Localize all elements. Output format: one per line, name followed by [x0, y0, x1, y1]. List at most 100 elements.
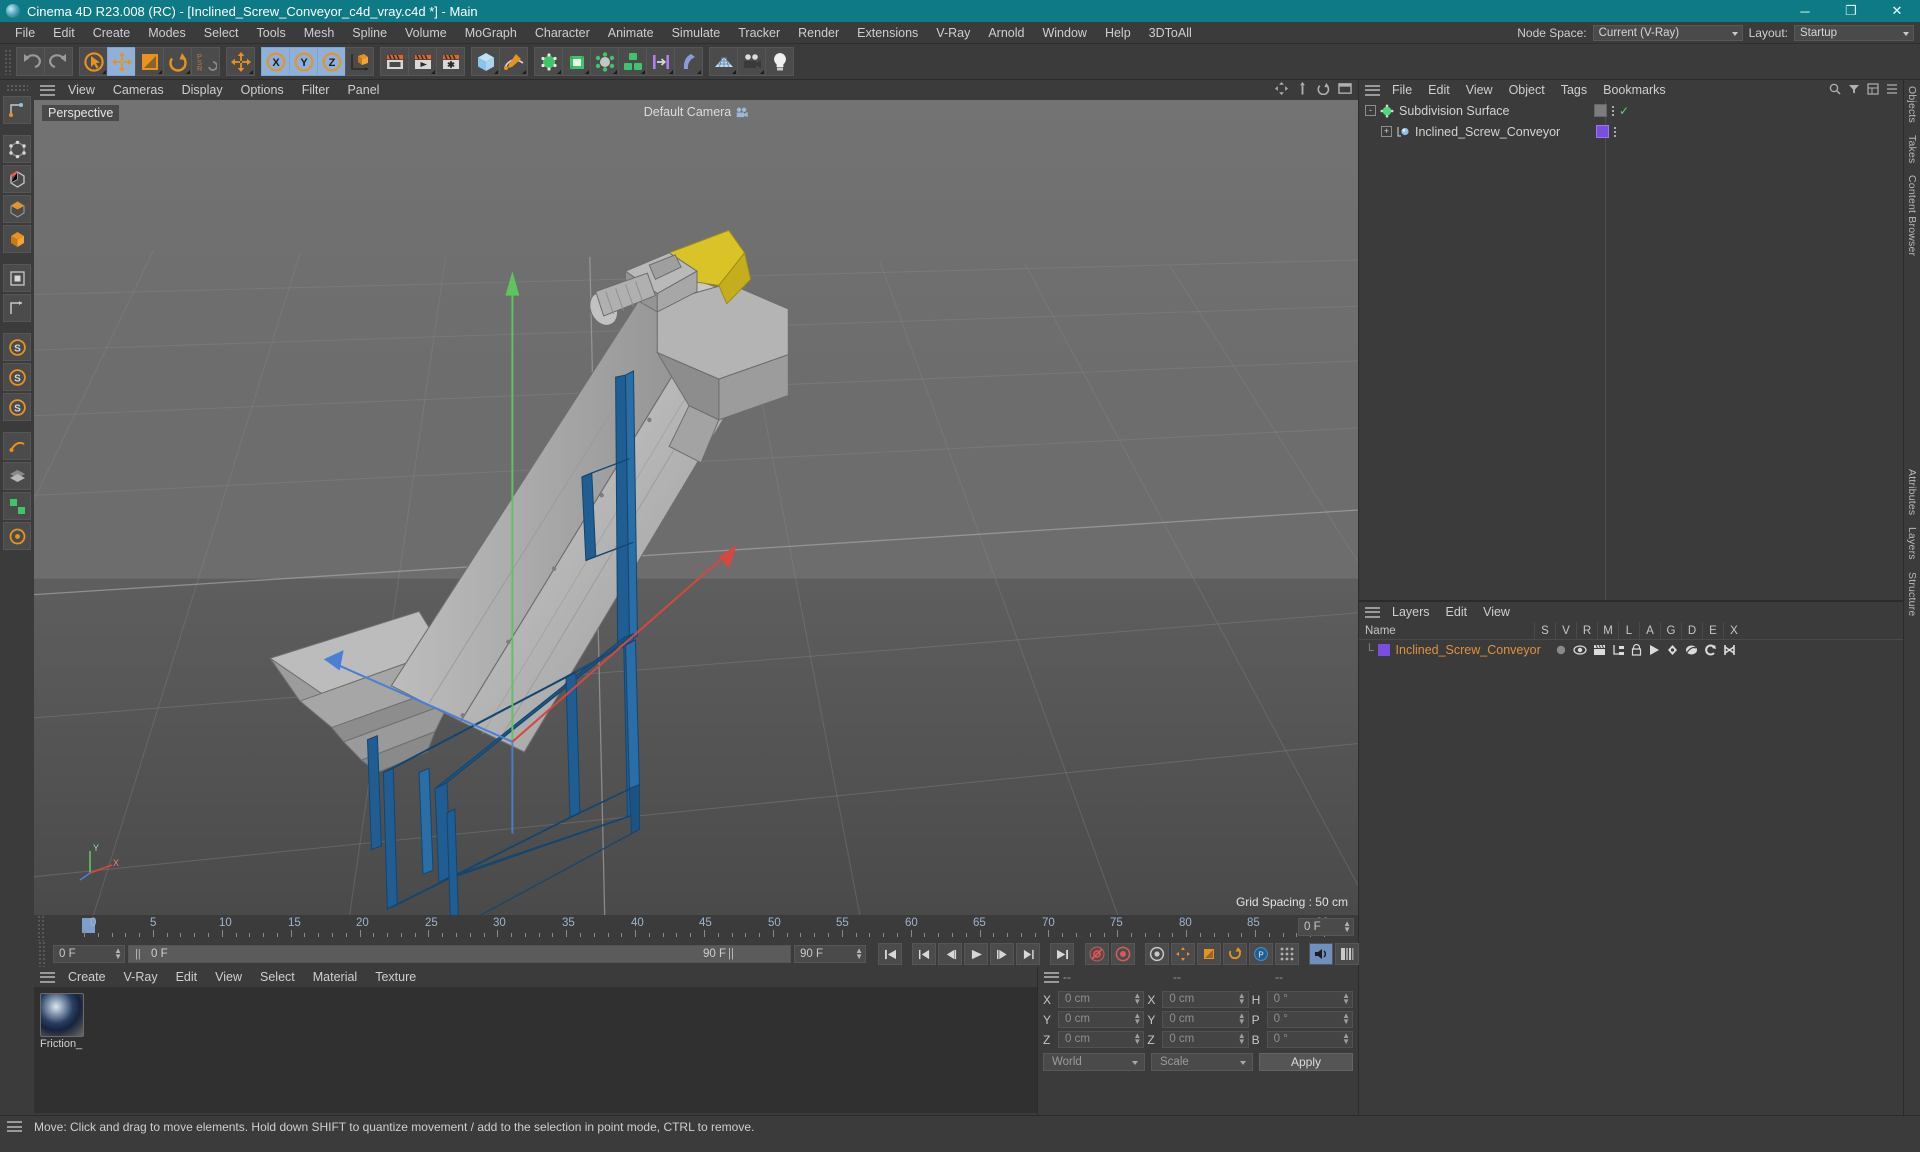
- object-menu-file[interactable]: File: [1384, 80, 1420, 100]
- viewport-menu-cameras[interactable]: Cameras: [104, 80, 173, 100]
- expander-collapse-icon[interactable]: -: [1365, 105, 1376, 116]
- object-menu-bookmarks[interactable]: Bookmarks: [1595, 80, 1674, 100]
- timeline-scale[interactable]: 0 5 10 15 20 25 30 35 40 45 50 55 60 65 …: [78, 917, 1329, 939]
- parameter-key-button[interactable]: P: [1249, 943, 1273, 965]
- psr-lock-button[interactable]: PSR: [191, 47, 220, 76]
- xref-toggle-icon[interactable]: [1723, 644, 1736, 656]
- spinner-icon[interactable]: ▲ ▼: [1342, 992, 1350, 1006]
- size-x-field[interactable]: 0 cm ▲ ▼: [1162, 991, 1249, 1008]
- planar-workplane-button[interactable]: [3, 432, 31, 460]
- add-spline-button[interactable]: [499, 47, 528, 76]
- scene-nodes-button[interactable]: [590, 47, 619, 76]
- layer-menu-view[interactable]: View: [1475, 602, 1518, 622]
- lock-workplane-button[interactable]: S: [3, 393, 31, 421]
- position-x-field[interactable]: 0 cm ▲ ▼: [1058, 991, 1145, 1008]
- spinner-icon[interactable]: ▲ ▼: [1238, 1032, 1246, 1046]
- material-menu-create[interactable]: Create: [59, 967, 115, 987]
- camera-icon[interactable]: [735, 107, 748, 118]
- object-menu-edit[interactable]: Edit: [1420, 80, 1458, 100]
- vtab-structure[interactable]: Structure: [1906, 572, 1918, 616]
- spinner-icon[interactable]: ▲ ▼: [855, 947, 863, 961]
- keyframe-selection-button[interactable]: [1145, 943, 1169, 965]
- symmetry-button[interactable]: [646, 47, 675, 76]
- menu-item-mesh[interactable]: Mesh: [295, 22, 344, 44]
- timeline-settings-button[interactable]: [1335, 943, 1359, 965]
- viewport-menu-view[interactable]: View: [59, 80, 104, 100]
- menu-item-tracker[interactable]: Tracker: [729, 22, 789, 44]
- material-menu-material[interactable]: Material: [304, 967, 366, 987]
- object-visibility-check-icon[interactable]: ✓: [1619, 104, 1635, 118]
- layer-color-swatch[interactable]: [1377, 644, 1390, 656]
- expander-expand-icon[interactable]: +: [1381, 126, 1392, 137]
- layer-col-x[interactable]: X: [1723, 621, 1744, 640]
- texture-mode-button[interactable]: [3, 294, 31, 322]
- menu-icon[interactable]: [1886, 83, 1898, 95]
- viewport-maximize-icon[interactable]: [1338, 82, 1352, 95]
- next-key-button[interactable]: [1016, 943, 1040, 965]
- position-y-field[interactable]: 0 cm ▲ ▼: [1058, 1011, 1145, 1028]
- viewport-menu-display[interactable]: Display: [173, 80, 232, 100]
- toolbar-grip[interactable]: [4, 48, 13, 75]
- layer-col-d[interactable]: D: [1681, 621, 1702, 640]
- material-menu-edit[interactable]: Edit: [167, 967, 207, 987]
- node-space-dropdown[interactable]: Current (V-Ray): [1592, 25, 1743, 41]
- material-menu-vray[interactable]: V-Ray: [115, 967, 167, 987]
- size-z-field[interactable]: 0 cm ▲ ▼: [1162, 1031, 1249, 1048]
- 3d-viewport[interactable]: Perspective Default Camera Y X Grid Spac…: [34, 100, 1358, 915]
- viewport-menu-options[interactable]: Options: [232, 80, 293, 100]
- play-button[interactable]: [964, 943, 988, 965]
- lock-toggle-icon[interactable]: [1631, 644, 1642, 656]
- spinner-icon[interactable]: ▲ ▼: [1133, 992, 1141, 1006]
- position-z-field[interactable]: 0 cm ▲ ▼: [1058, 1031, 1145, 1048]
- size-mode-dropdown[interactable]: Scale: [1151, 1053, 1253, 1071]
- layer-col-l[interactable]: L: [1618, 621, 1639, 640]
- manager-toggle-icon[interactable]: [1612, 644, 1625, 656]
- expression-toggle-icon[interactable]: [1704, 644, 1717, 656]
- rotate-tool-button[interactable]: [163, 47, 192, 76]
- record-active-objects-button[interactable]: [1085, 943, 1109, 965]
- deformer-toggle-icon[interactable]: [1685, 644, 1698, 656]
- search-icon[interactable]: [1829, 83, 1841, 95]
- undo-button[interactable]: [16, 47, 45, 76]
- render-toggle-icon[interactable]: [1593, 644, 1606, 656]
- layer-menu-edit[interactable]: Edit: [1438, 602, 1476, 622]
- spinner-icon[interactable]: ▲ ▼: [1238, 992, 1246, 1006]
- material-menu-icon[interactable]: [40, 971, 55, 983]
- menu-item-arnold[interactable]: Arnold: [979, 22, 1033, 44]
- menu-item-render[interactable]: Render: [789, 22, 848, 44]
- spinner-icon[interactable]: ▲ ▼: [1342, 1032, 1350, 1046]
- viewport-menu-icon[interactable]: [40, 84, 55, 96]
- layer-col-a[interactable]: A: [1639, 621, 1660, 640]
- menu-item-animate[interactable]: Animate: [599, 22, 663, 44]
- filter-icon[interactable]: [1848, 83, 1860, 95]
- next-frame-button[interactable]: [990, 943, 1014, 965]
- go-to-start-button[interactable]: [878, 943, 902, 965]
- viewport-menu-filter[interactable]: Filter: [293, 80, 339, 100]
- visibility-toggle-icon[interactable]: [1573, 644, 1587, 656]
- array-button[interactable]: [618, 47, 647, 76]
- timeline-controls-grip[interactable]: [38, 941, 47, 967]
- point-mode-button[interactable]: [3, 135, 31, 163]
- bend-button[interactable]: [674, 47, 703, 76]
- object-mode-button[interactable]: [3, 264, 31, 292]
- maximize-button[interactable]: ❐: [1828, 0, 1874, 22]
- render-to-picture-viewer-button[interactable]: [408, 47, 437, 76]
- spinner-icon[interactable]: ▲ ▼: [1133, 1012, 1141, 1026]
- spinner-icon[interactable]: ▲ ▼: [1343, 920, 1351, 934]
- object-layer-color-swatch[interactable]: [1596, 125, 1609, 138]
- vtab-objects[interactable]: Objects: [1906, 86, 1918, 123]
- z-axis-lock-button[interactable]: Z: [317, 47, 346, 76]
- menu-item-volume[interactable]: Volume: [396, 22, 456, 44]
- menu-item-extensions[interactable]: Extensions: [848, 22, 927, 44]
- object-tree-column-split[interactable]: [1605, 100, 1606, 600]
- material-menu-texture[interactable]: Texture: [366, 967, 425, 987]
- menu-item-character[interactable]: Character: [526, 22, 599, 44]
- menu-item-window[interactable]: Window: [1033, 22, 1095, 44]
- layout-icon[interactable]: [1867, 83, 1879, 95]
- size-y-field[interactable]: 0 cm ▲ ▼: [1162, 1011, 1249, 1028]
- object-row-subdivision-surface[interactable]: - Subdivision Surface ✓: [1359, 100, 1903, 121]
- vtab-content-browser[interactable]: Content Browser: [1906, 175, 1918, 256]
- previous-key-button[interactable]: [912, 943, 936, 965]
- move-tool-button[interactable]: [107, 47, 136, 76]
- object-menu-view[interactable]: View: [1458, 80, 1501, 100]
